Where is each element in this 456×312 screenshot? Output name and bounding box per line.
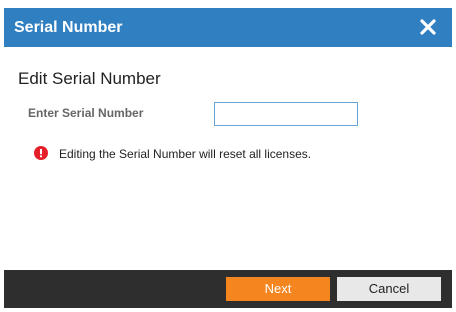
dialog-titlebar: Serial Number: [4, 8, 452, 47]
warning-message: Editing the Serial Number will reset all…: [59, 147, 312, 161]
dialog-title: Serial Number: [14, 19, 123, 36]
cancel-button[interactable]: Cancel: [337, 277, 441, 301]
section-heading: Edit Serial Number: [18, 69, 161, 88]
serial-number-label: Enter Serial Number: [28, 106, 144, 120]
serial-number-input[interactable]: [214, 102, 358, 126]
error-circle-icon: [34, 146, 48, 160]
dialog-footer: Next Cancel: [4, 270, 452, 308]
serial-number-dialog: Serial Number Edit Serial Number Enter S…: [4, 8, 452, 308]
next-button[interactable]: Next: [226, 277, 330, 301]
close-icon[interactable]: [418, 17, 438, 37]
